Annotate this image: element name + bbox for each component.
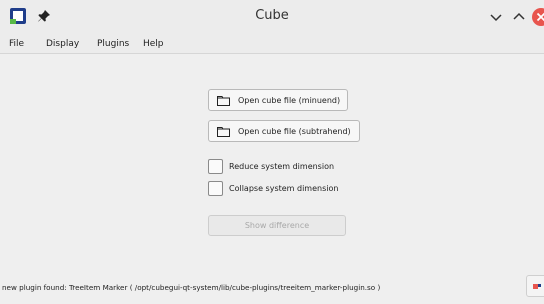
collapse-system-dimension-checkbox[interactable] xyxy=(208,181,223,196)
show-difference-label: Show difference xyxy=(244,221,310,230)
folder-icon xyxy=(217,126,230,137)
open-subtrahend-label: Open cube file (subtrahend) xyxy=(238,126,351,136)
folder-icon xyxy=(217,95,230,106)
reduce-system-dimension-checkbox-row[interactable]: Reduce system dimension xyxy=(208,159,334,174)
maximize-icon[interactable] xyxy=(511,9,527,25)
reduce-system-dimension-label: Reduce system dimension xyxy=(229,162,335,171)
status-bar: new plugin found: TreeItem Marker ( /opt… xyxy=(0,283,544,297)
reduce-system-dimension-checkbox[interactable] xyxy=(208,159,223,174)
close-icon[interactable] xyxy=(532,8,544,26)
corner-tool-button[interactable] xyxy=(526,275,544,297)
minimize-icon[interactable] xyxy=(488,9,504,25)
open-minuend-label: Open cube file (minuend) xyxy=(238,95,341,105)
status-message: new plugin found: TreeItem Marker ( /opt… xyxy=(2,283,381,292)
collapse-system-dimension-label: Collapse system dimension xyxy=(229,184,339,193)
window-title: Cube xyxy=(255,8,289,23)
menu-file[interactable]: File xyxy=(9,39,24,49)
menu-help[interactable]: Help xyxy=(143,39,164,49)
title-bar: Cube xyxy=(0,0,544,34)
menu-bar: File Display Plugins Help xyxy=(0,34,544,54)
plugin-icon xyxy=(533,284,541,289)
open-subtrahend-button[interactable]: Open cube file (subtrahend) xyxy=(208,120,360,142)
menu-display[interactable]: Display xyxy=(46,39,79,49)
collapse-system-dimension-checkbox-row[interactable]: Collapse system dimension xyxy=(208,181,338,196)
show-difference-button[interactable]: Show difference xyxy=(208,215,346,236)
menu-plugins[interactable]: Plugins xyxy=(97,39,129,49)
open-minuend-button[interactable]: Open cube file (minuend) xyxy=(208,89,348,111)
